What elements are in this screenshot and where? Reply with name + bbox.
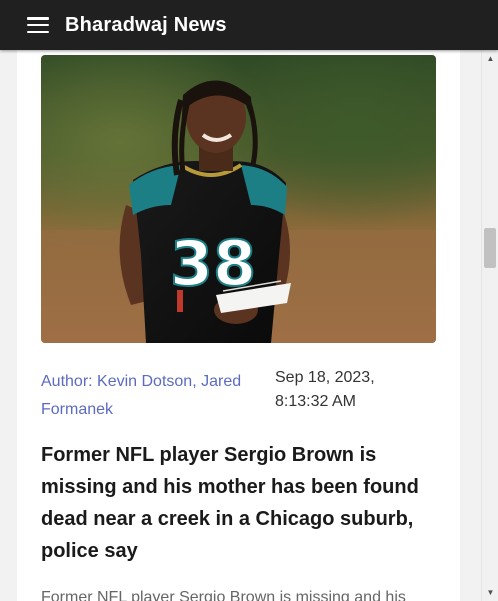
- vertical-scrollbar[interactable]: ▲ ▼: [481, 50, 498, 601]
- article-author-link[interactable]: Author: Kevin Dotson, Jared Formanek: [41, 368, 261, 424]
- article-image[interactable]: 38: [41, 55, 436, 343]
- article-headline[interactable]: Former NFL player Sergio Brown is missin…: [41, 439, 426, 567]
- scrollbar-thumb[interactable]: [484, 228, 496, 268]
- article-excerpt: Former NFL player Sergio Brown is missin…: [41, 589, 406, 601]
- article-photo: 38: [41, 55, 436, 343]
- hamburger-menu-icon[interactable]: [27, 17, 49, 33]
- article-card[interactable]: 38 Author: Kevin Dotson, Jared Formanek …: [17, 50, 460, 601]
- scroll-up-arrow-icon[interactable]: ▲: [482, 50, 498, 67]
- article-published-date: Sep 18, 2023, 8:13:32 AM: [275, 369, 375, 410]
- app-title: Bharadwaj News: [65, 13, 227, 36]
- app-bar: Bharadwaj News: [0, 0, 498, 50]
- scroll-down-arrow-icon[interactable]: ▼: [482, 584, 498, 601]
- content-viewport: 38 Author: Kevin Dotson, Jared Formanek …: [0, 50, 481, 601]
- jersey-number: 38: [170, 227, 256, 300]
